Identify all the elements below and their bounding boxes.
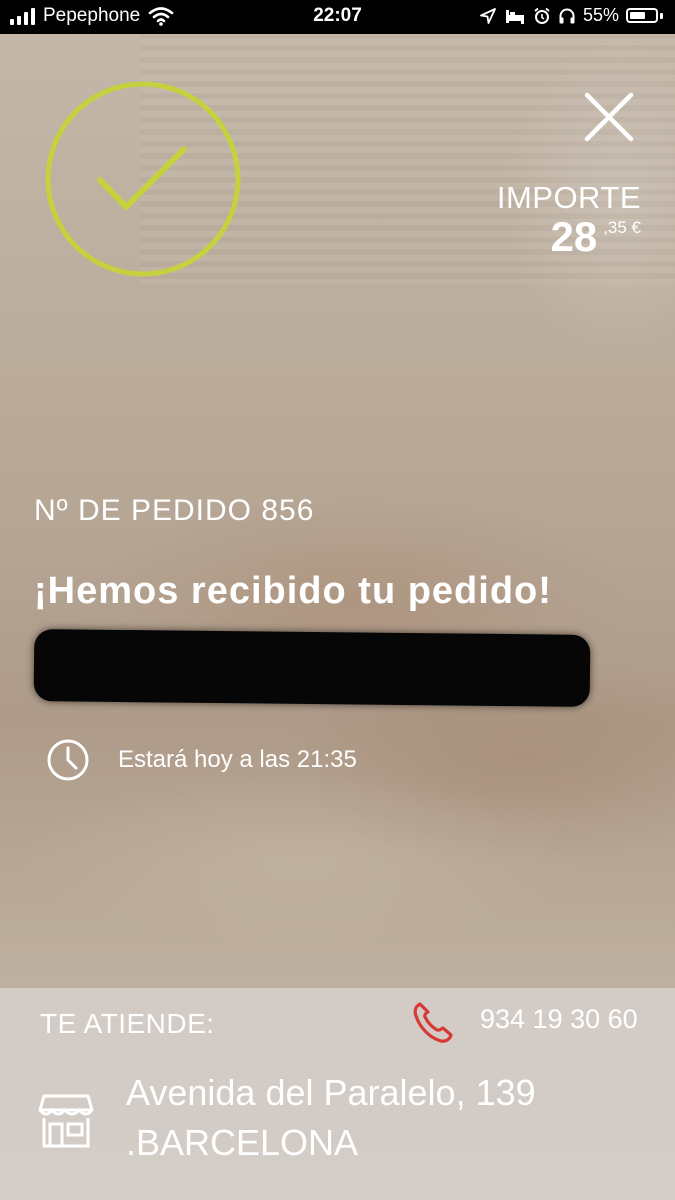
- eta-text: Estará hoy a las 21:35: [118, 746, 357, 773]
- battery-icon: [626, 8, 663, 23]
- eta-row: Estará hoy a las 21:35: [46, 738, 357, 782]
- order-number: Nº DE PEDIDO 856: [34, 494, 315, 527]
- store-address: Avenida del Paralelo, 139 .BARCELONA: [126, 1068, 536, 1168]
- phone-number[interactable]: 934 19 30 60: [480, 1004, 638, 1035]
- phone-icon[interactable]: [410, 1000, 456, 1046]
- importe-label: IMPORTE: [496, 180, 641, 215]
- close-button[interactable]: [582, 90, 636, 144]
- attends-label: TE ATIENDE:: [40, 1008, 215, 1039]
- status-bar: Pepephone 22:07 55%: [0, 0, 675, 34]
- redacted-address: [33, 629, 591, 707]
- location-arrow-icon: [480, 7, 496, 24]
- importe-decimal: ,35 €: [603, 218, 641, 237]
- order-confirmation-message: ¡Hemos recibido tu pedido!: [34, 570, 552, 612]
- clock-icon: [47, 739, 89, 781]
- bed-icon: [505, 9, 524, 24]
- success-check-icon: [45, 81, 241, 277]
- battery-percent: 55%: [582, 5, 619, 25]
- order-total: IMPORTE 28 ,35 €: [497, 180, 641, 258]
- store-address-line2: .BARCELONA: [126, 1122, 359, 1163]
- alarm-icon: [534, 7, 550, 24]
- store-icon: [38, 1094, 94, 1148]
- store-info-panel: TE ATIENDE: 934 19 30 60 Avenida del Par…: [0, 988, 675, 1200]
- headphones-icon: [559, 8, 575, 23]
- importe-integer: 28: [550, 213, 598, 260]
- store-address-line1: Avenida del Paralelo, 139: [126, 1072, 536, 1113]
